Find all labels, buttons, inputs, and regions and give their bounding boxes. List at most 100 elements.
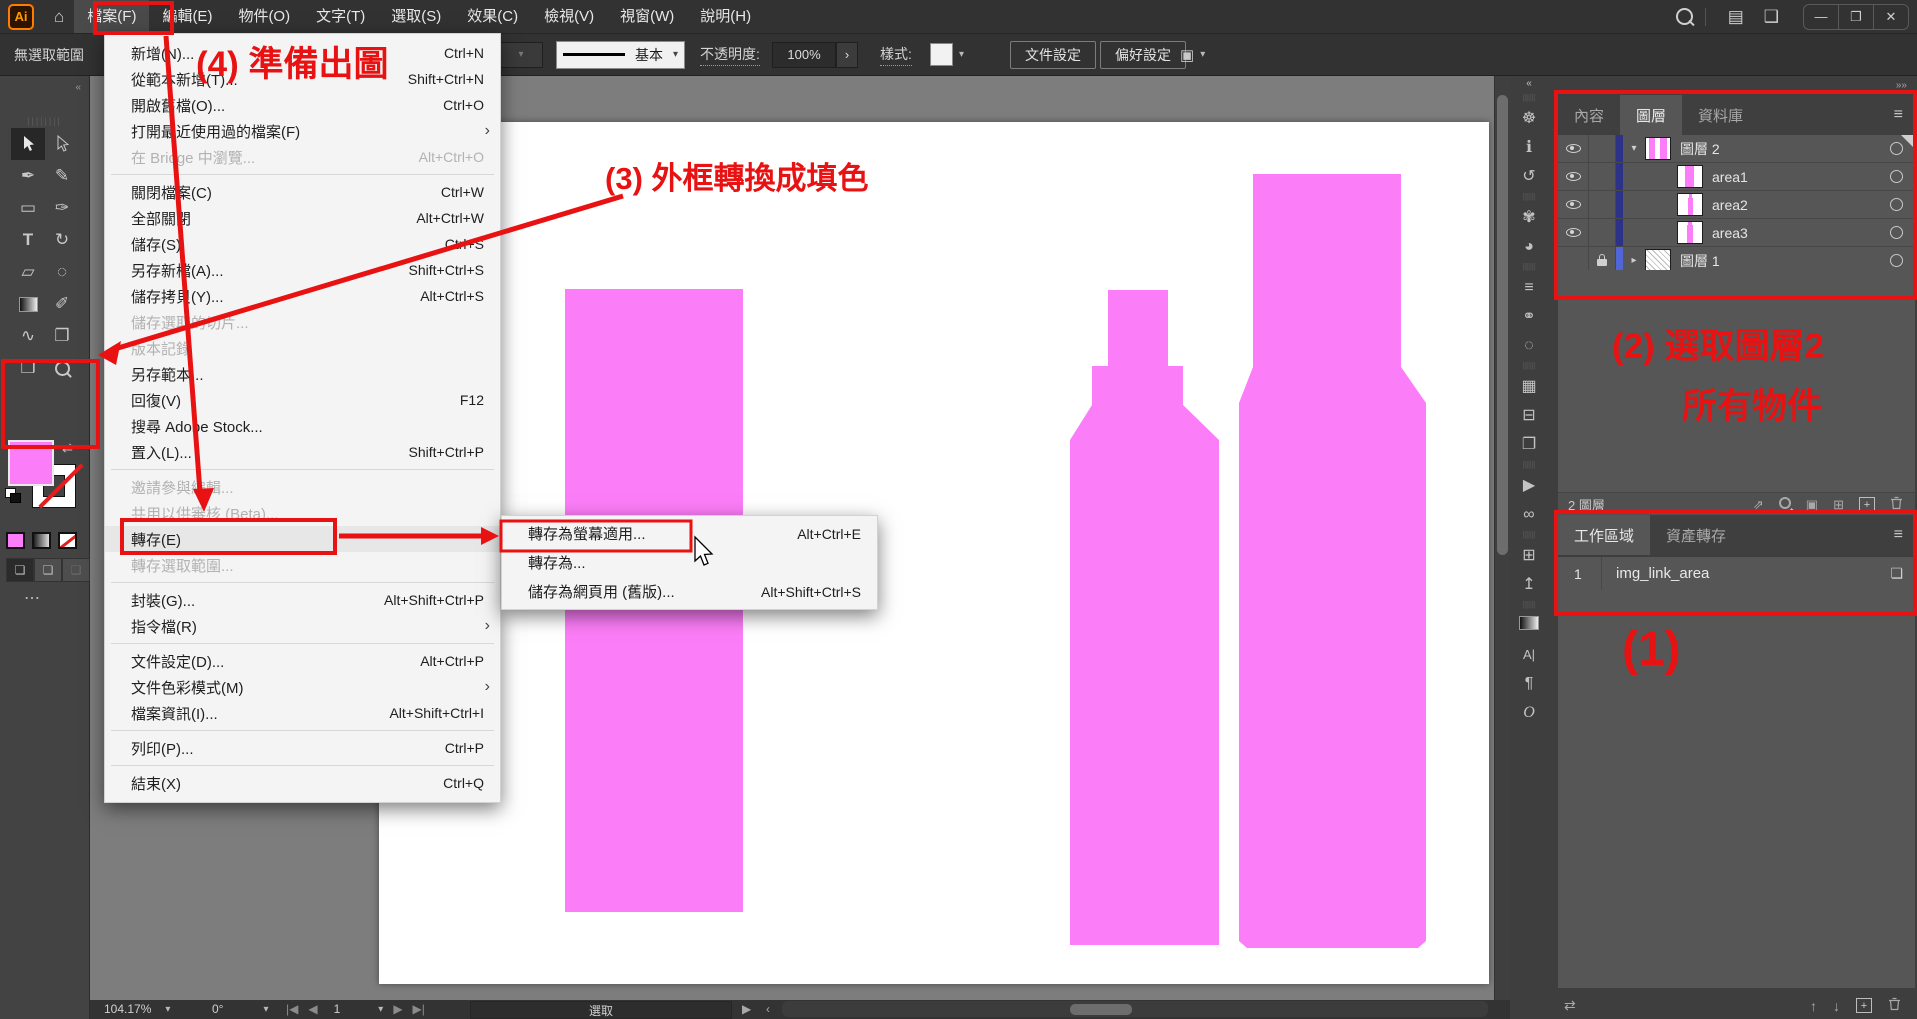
collapse-panel-icon[interactable]: « [75, 82, 81, 93]
menu-item-export-as[interactable]: 轉存為... [502, 548, 877, 577]
menu-item-save-selected-slices[interactable]: 儲存選取的切片... [105, 309, 500, 335]
tab-libraries[interactable]: 資料庫 [1682, 95, 1759, 135]
illustrator-logo-icon[interactable]: Ai [8, 4, 34, 30]
new-layer-icon[interactable]: + [1859, 497, 1875, 512]
opentype-icon[interactable]: O [1523, 698, 1535, 727]
version-history-icon[interactable]: ↺ [1522, 162, 1535, 191]
make-clipping-mask-icon[interactable]: ▣ [1806, 497, 1818, 513]
tab-properties[interactable]: 內容 [1558, 95, 1620, 135]
panel-menu-icon[interactable]: ≡ [1894, 515, 1915, 555]
swap-fill-stroke-icon[interactable]: ⇄ [62, 440, 73, 456]
artboard-icon[interactable]: ❏ [1890, 565, 1903, 582]
artboard-tool[interactable]: ❒ [11, 352, 45, 384]
lock-toggle[interactable] [1589, 191, 1616, 218]
artboard-row[interactable]: 1 img_link_area ❏ [1558, 557, 1915, 591]
locate-object-icon[interactable] [1779, 497, 1791, 512]
menu-item-close[interactable]: 關閉檔案(C)Ctrl+W [105, 179, 500, 205]
next-page-icon[interactable]: ▶ [393, 1002, 402, 1016]
menu-item-package[interactable]: 封裝(G)...Alt+Shift+Ctrl+P [105, 587, 500, 613]
align-options-select[interactable]: ▣ ▾ [1180, 46, 1205, 64]
delete-artboard-icon[interactable] [1888, 997, 1901, 1014]
opacity-expand-button[interactable]: › [836, 42, 858, 68]
character-icon[interactable]: A| [1523, 640, 1535, 669]
arrange-documents-icon[interactable]: ❑ [1764, 0, 1779, 33]
lock-toggle[interactable] [1589, 219, 1616, 246]
menu-type[interactable]: 文字(T) [303, 0, 378, 33]
tab-artboards[interactable]: 工作區域 [1558, 515, 1650, 555]
vertical-scroll-thumb[interactable] [1497, 95, 1508, 555]
page-number-field[interactable]: 1 [334, 1002, 341, 1016]
menu-select[interactable]: 選取(S) [378, 0, 454, 33]
menu-item-export[interactable]: 轉存(E) [105, 526, 500, 552]
color-wheel-icon[interactable]: ☸ [1522, 104, 1536, 133]
style-select[interactable]: ▾ [930, 43, 964, 66]
layer-thumbnail[interactable] [1645, 249, 1671, 272]
layer-thumbnail[interactable] [1645, 137, 1671, 160]
menu-item-save-a-copy[interactable]: 儲存拷貝(Y)...Alt+Ctrl+S [105, 283, 500, 309]
status-expand-icon[interactable]: ▶ [742, 1001, 751, 1017]
menu-edit[interactable]: 編輯(E) [149, 0, 225, 33]
stroke-width-select[interactable]: ▾ [499, 42, 543, 68]
layer-thumbnail[interactable] [1677, 221, 1703, 244]
artboard-name[interactable]: img_link_area [1602, 565, 1709, 582]
layer-row-area3[interactable]: area3 [1558, 219, 1915, 247]
layer-row-area1[interactable]: area1 [1558, 163, 1915, 191]
menu-item-print[interactable]: 列印(P)...Ctrl+P [105, 735, 500, 761]
draw-behind-mode-button[interactable]: ❏ [34, 558, 62, 582]
opacity-link[interactable]: 不透明度: [700, 44, 760, 66]
default-fill-stroke-icon[interactable] [5, 488, 21, 502]
previous-page-icon[interactable]: ◀ [308, 1002, 317, 1016]
rearrange-artboards-icon[interactable]: ⇄ [1548, 997, 1576, 1014]
layer-thumbnail[interactable] [1677, 165, 1703, 188]
transform-icon[interactable]: ▦ [1521, 372, 1536, 401]
collect-for-export-icon[interactable]: ⇗ [1753, 497, 1764, 513]
menu-item-export-for-screens[interactable]: 轉存為螢幕適用...Alt+Ctrl+E [502, 519, 877, 548]
shape-builder-tool[interactable]: ❐ [45, 320, 79, 352]
layer-row-area2[interactable]: area2 [1558, 191, 1915, 219]
style-link[interactable]: 樣式: [880, 44, 912, 66]
menu-item-file-info[interactable]: 檔案資訊(I)...Alt+Shift+Ctrl+I [105, 700, 500, 726]
lock-toggle[interactable] [1589, 135, 1616, 162]
target-circle[interactable] [1890, 170, 1903, 183]
gradient-button[interactable] [32, 532, 51, 549]
panel-menu-icon[interactable]: ≡ [1894, 95, 1915, 135]
menu-item-document-color-mode[interactable]: 文件色彩模式(M) [105, 674, 500, 700]
direct-selection-tool[interactable] [45, 128, 79, 160]
collapse-panels-icon[interactable]: « [1526, 76, 1532, 92]
menu-help[interactable]: 說明(H) [687, 0, 764, 33]
menu-item-save-as-template[interactable]: 另存範本... [105, 361, 500, 387]
color-guide-icon[interactable]: ◕ [1524, 232, 1534, 261]
asset-export-icon[interactable]: ↥ [1522, 570, 1535, 599]
scroll-left-icon[interactable]: ‹ [766, 1001, 770, 1017]
rotate-tool[interactable]: ↻ [45, 224, 79, 256]
color-button[interactable] [6, 532, 25, 549]
preferences-button[interactable]: 偏好設定 [1100, 41, 1186, 69]
menu-item-document-setup[interactable]: 文件設定(D)...Alt+Ctrl+P [105, 648, 500, 674]
chevron-down-icon[interactable]: ▾ [1623, 143, 1645, 154]
gradient-icon[interactable] [1519, 611, 1539, 640]
info-icon[interactable]: ℹ [1526, 133, 1532, 162]
menu-effect[interactable]: 效果(C) [454, 0, 531, 33]
canvas-horizontal-scrollbar[interactable] [782, 1001, 1488, 1017]
gradient-tool[interactable] [11, 288, 45, 320]
fill-color-swatch[interactable] [8, 440, 54, 486]
type-tool[interactable]: T [11, 224, 45, 256]
eyedropper-tool[interactable]: ✐ [45, 288, 79, 320]
horizontal-scroll-thumb[interactable] [1070, 1004, 1132, 1015]
edit-toolbar-icon[interactable]: ⋯ [24, 588, 42, 608]
document-setup-button[interactable]: 文件設定 [1010, 41, 1096, 69]
menu-item-save-as[interactable]: 另存新檔(A)...Shift+Ctrl+S [105, 257, 500, 283]
menu-item-scripts[interactable]: 指令檔(R) [105, 613, 500, 639]
menu-item-open-recent[interactable]: 打開最近使用過的檔案(F) [105, 118, 500, 144]
selection-tool[interactable] [11, 128, 45, 160]
menu-item-invite-to-edit[interactable]: 邀請參與編輯... [105, 474, 500, 500]
menu-object[interactable]: 物件(O) [225, 0, 303, 33]
zoom-tool[interactable] [45, 352, 79, 384]
restore-button[interactable]: ❐ [1838, 5, 1873, 29]
last-page-icon[interactable]: ▶| [413, 1002, 425, 1016]
menu-item-browse-in-bridge[interactable]: 在 Bridge 中瀏覽...Alt+Ctrl+O [105, 144, 500, 170]
width-tool[interactable]: ∿ [11, 320, 45, 352]
artboards-icon[interactable]: ⊞ [1522, 541, 1535, 570]
workspace-switcher-icon[interactable]: ▤ [1728, 0, 1744, 33]
move-down-icon[interactable]: ↓ [1833, 998, 1840, 1014]
